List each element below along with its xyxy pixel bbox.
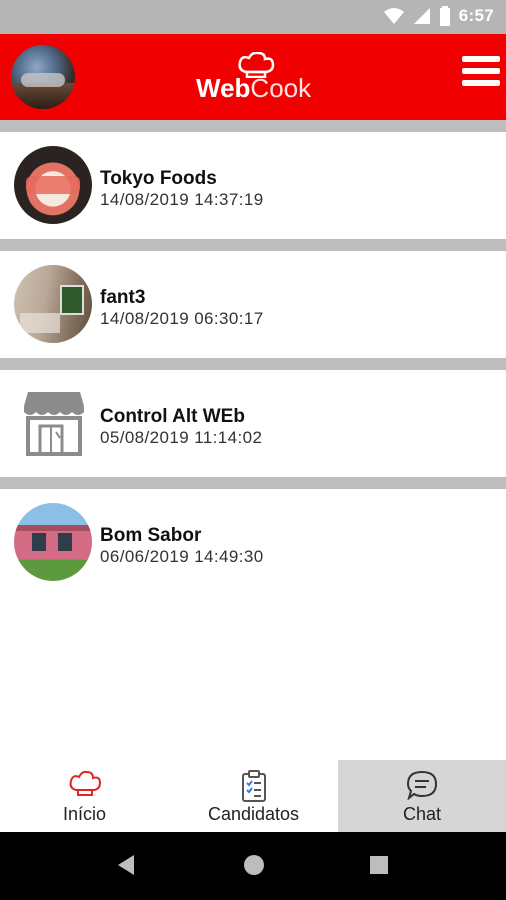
chat-name: fant3 (100, 287, 146, 308)
chat-name: Bom Sabor (100, 525, 202, 546)
chat-date: 14/08/2019 06:30:17 (100, 309, 264, 328)
chat-date: 05/08/2019 11:14:02 (100, 428, 263, 447)
logo-text-bold: Web (196, 73, 251, 103)
chat-list: Tokyo Foods 14/08/2019 14:37:19 fant3 14… (0, 120, 506, 596)
list-separator (0, 358, 506, 370)
tab-label: Chat (402, 804, 442, 824)
store-icon (24, 392, 84, 456)
signal-icon (413, 8, 430, 24)
home-icon[interactable] (243, 854, 265, 876)
status-bar: 6:57 (0, 0, 506, 34)
profile-avatar[interactable] (11, 45, 75, 109)
chat-date: 14/08/2019 14:37:19 (100, 190, 264, 209)
chat-item-bom-sabor[interactable]: Bom Sabor 06/06/2019 14:49:30 (0, 489, 506, 596)
tab-inicio[interactable]: Início (0, 760, 169, 832)
hamburger-menu-icon[interactable] (462, 56, 500, 96)
chat-date: 06/06/2019 14:49:30 (100, 547, 264, 566)
chat-item-tokyo-foods[interactable]: Tokyo Foods 14/08/2019 14:37:19 (0, 132, 506, 239)
list-separator (0, 120, 506, 132)
chat-name: Tokyo Foods (100, 168, 217, 189)
status-icons: 6:57 (383, 6, 494, 26)
webcook-logo: WebCook (196, 52, 314, 104)
battery-icon (439, 6, 450, 26)
chat-bubble-icon (406, 770, 438, 800)
tab-candidatos[interactable]: Candidatos (169, 760, 338, 832)
list-separator (0, 477, 506, 489)
tab-label: Início (62, 804, 107, 824)
chef-hat-icon (69, 770, 101, 796)
restaurant-avatar (14, 503, 92, 581)
list-separator (0, 239, 506, 251)
wifi-icon (383, 8, 404, 24)
back-icon[interactable] (116, 854, 136, 876)
restaurant-avatar (14, 146, 92, 224)
tab-label: Candidatos (207, 804, 300, 824)
chat-item-fant3[interactable]: fant3 14/08/2019 06:30:17 (0, 251, 506, 358)
chat-name: Control Alt WEb (100, 406, 245, 427)
clock: 6:57 (458, 6, 494, 25)
bottom-navigation: Início Candidatos Chat (0, 760, 506, 832)
recents-icon[interactable] (370, 856, 388, 874)
logo-text-thin: Cook (250, 73, 312, 103)
chat-item-control-alt-web[interactable]: Control Alt WEb 05/08/2019 11:14:02 (0, 370, 506, 477)
app-header: WebCook (0, 34, 506, 120)
clipboard-checklist-icon (241, 770, 266, 802)
tab-chat[interactable]: Chat (338, 760, 506, 832)
restaurant-avatar (14, 265, 92, 343)
system-navigation-bar (0, 832, 506, 900)
